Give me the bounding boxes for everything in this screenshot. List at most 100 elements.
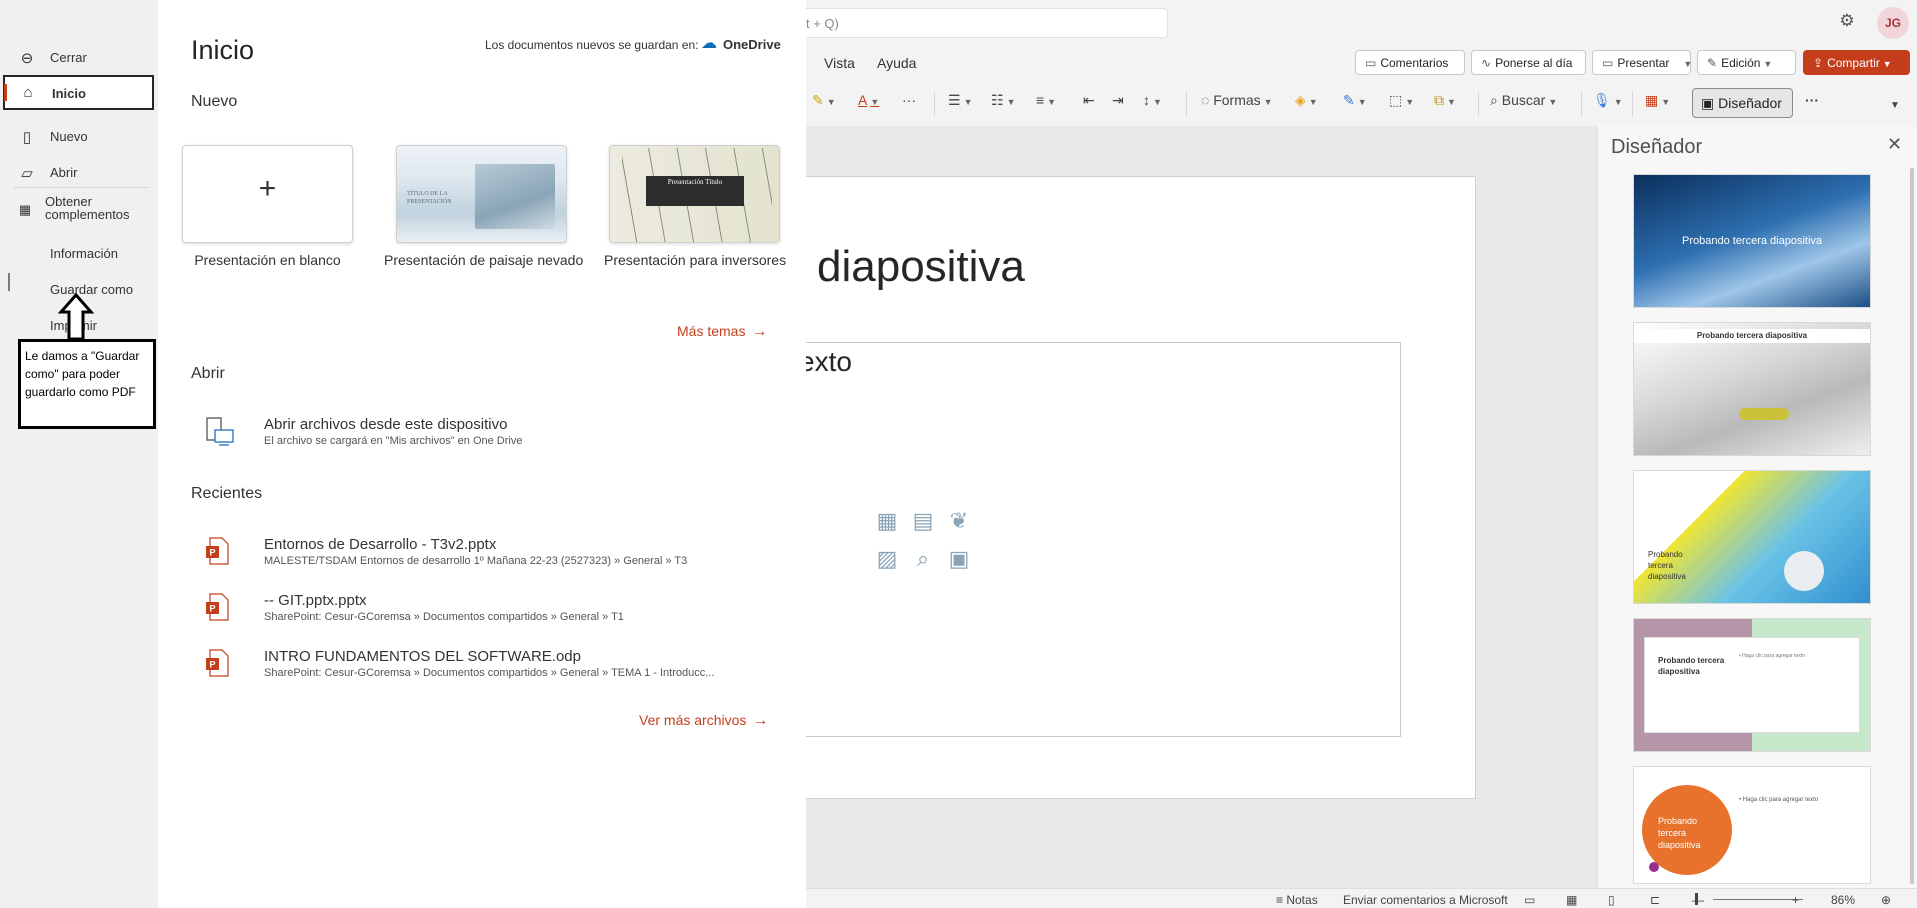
stock-images-icon[interactable]: ⌕ [909,545,937,573]
video-icon[interactable]: ▣ [945,545,973,573]
align-icon[interactable]: ≡ ▼ [1036,92,1056,116]
more-font-icon[interactable]: ··· [902,92,916,116]
template-investors-inner-title: Presentación Título [667,178,723,186]
svg-text:P: P [209,548,215,558]
editing-mode-button[interactable]: ✎ Edición ▼ [1697,50,1796,75]
nav-new[interactable]: ▯ Nuevo [0,119,158,153]
back-arrow-icon: ⊖ [20,50,34,67]
highlight-icon[interactable]: ✎ ▼ [812,92,836,116]
designer-label: Diseñador [1718,95,1782,111]
find-button[interactable]: ⌕ Buscar ▼ [1490,92,1557,116]
smartart-icon[interactable]: ❦ [945,507,973,535]
recent-file-name[interactable]: Entornos de Desarrollo - T3v2.pptx [264,536,496,553]
content-placeholder[interactable] [760,342,1401,737]
font-color-icon[interactable]: A ▼ [858,92,879,116]
microphone-icon[interactable]: 🎙 ▼ [1593,92,1623,116]
pptx-file-icon: P [205,537,229,565]
feedback-link[interactable]: Enviar comentarios a Microsoft [1343,893,1508,907]
zoom-in-icon[interactable]: + [1792,893,1799,907]
folder-icon: ▱ [21,165,33,182]
notes-button[interactable]: ≡ Notas [1276,893,1318,907]
picture-icon[interactable]: ▨ [873,545,901,573]
tab-vista[interactable]: Vista [824,55,855,71]
zoom-slider-thumb[interactable] [1695,893,1698,905]
line-spacing-icon[interactable]: ↕ ▼ [1143,92,1162,116]
ribbon-collapse-icon[interactable]: ▼ [1890,100,1900,124]
layout-icon[interactable]: ▦ ▼ [1645,92,1670,116]
save-location-text: Los documentos nuevos se guardan en: [485,38,699,52]
design-thumbnail-label: Probando tercera diapositiva [1648,550,1686,581]
design-thumbnail-5[interactable]: Probando tercera diapositiva • Haga clic… [1633,766,1871,884]
fit-slide-icon[interactable]: ⊕ [1881,893,1891,907]
search-icon: ⌕ [1490,92,1502,108]
arrow-right-icon: → [751,323,768,340]
pencil-icon: ✎ [1707,56,1718,70]
design-thumbnail-label: Probando tercera diapositiva [1681,235,1823,247]
share-button[interactable]: ⇪ Compartir ▼ [1803,50,1910,75]
more-themes-link[interactable]: Más temas → [677,323,767,341]
template-investors[interactable]: Presentación Título [609,145,780,243]
design-thumbnail-3[interactable]: Probando tercera diapositiva [1633,470,1871,604]
nav-open[interactable]: ▱ Abrir [0,155,158,189]
divider [1632,92,1633,116]
content-placeholder-text: exto [799,346,852,377]
design-thumbnail-1[interactable]: Probando tercera diapositiva [1633,174,1871,308]
designer-scrollbar[interactable] [1910,168,1914,884]
nav-info[interactable]: Información [0,236,158,270]
nav-home[interactable]: ⌂ Inicio [3,75,154,110]
shapes-button[interactable]: ◌ Formas ▼ [1201,92,1273,116]
more-themes-label: Más temas [677,323,746,339]
template-blank[interactable]: + [182,145,353,243]
effects-icon[interactable]: ⬚ ▼ [1389,92,1414,116]
recent-file-name[interactable]: -- GIT.pptx.pptx [264,592,367,609]
plus-icon: + [258,172,277,205]
recent-file-name[interactable]: INTRO FUNDAMENTOS DEL SOFTWARE.odp [264,648,581,665]
catch-up-button[interactable]: ∿ Ponerse al día [1471,50,1586,75]
divider [934,92,935,116]
numbering-icon[interactable]: ☷ ▼ [991,92,1015,116]
tab-ayuda[interactable]: Ayuda [877,55,916,71]
slide-title[interactable]: diapositiva [817,242,1025,292]
zoom-slider[interactable] [1713,899,1803,900]
table-icon[interactable]: ▦ [873,507,901,535]
nav-get-addins[interactable]: ▦ Obtener complementos [0,194,158,228]
designer-icon: ▣ [1701,95,1719,111]
zoom-out-icon[interactable]: — [1692,893,1704,907]
onedrive-label[interactable]: OneDrive [723,37,781,52]
share-label: Compartir [1827,56,1880,70]
annotation-box: Le damos a "Guardar como" para poder gua… [18,339,156,429]
arrange-icon[interactable]: ⧉ ▼ [1434,92,1456,116]
design-thumbnail-4[interactable]: Probando tercera diapositiva • Haga clic… [1633,618,1871,752]
search-input[interactable]: t + Q) [785,8,1168,38]
fill-icon[interactable]: ◈ ▼ [1295,92,1318,116]
more-options-icon[interactable]: ··· [1805,92,1819,116]
slideshow-icon[interactable]: ⊏ [1650,893,1660,907]
slide-sorter-icon[interactable]: ▦ [1566,893,1577,907]
indent-icon[interactable]: ⇥ [1112,92,1124,116]
see-more-files-label: Ver más archivos [639,712,747,728]
reading-view-icon[interactable]: ▯ [1608,893,1615,907]
designer-button[interactable]: ▣ Diseñador [1692,88,1793,118]
bullets-icon[interactable]: ☰ ▼ [948,92,972,116]
zoom-level[interactable]: 86% [1831,893,1855,907]
divider [1581,92,1582,116]
close-icon[interactable]: ✕ [1887,134,1902,155]
nav-close[interactable]: ⊖ Cerrar [0,40,158,74]
template-blank-caption: Presentación en blanco [194,252,341,268]
open-device-title[interactable]: Abrir archivos desde este dispositivo [264,416,507,433]
pptx-file-icon: P [205,593,229,621]
nav-close-label: Cerrar [50,50,87,65]
outline-icon[interactable]: ✎ ▼ [1343,92,1367,116]
chart-icon[interactable]: ▤ [909,507,937,535]
present-button[interactable]: ▭ Presentar ▼ [1592,50,1692,75]
powerpoint-window: t + Q) ⚙ JG Vista Ayuda ▭ Comentarios ∿ Po… [0,0,1917,908]
see-more-files-link[interactable]: Ver más archivos → [639,712,768,730]
pulse-icon: ∿ [1481,56,1492,70]
design-thumbnail-2[interactable]: Probando tercera diapositiva [1633,322,1871,456]
gear-icon[interactable]: ⚙ [1838,12,1856,30]
normal-view-icon[interactable]: ▭ [1524,893,1535,907]
comments-button[interactable]: ▭ Comentarios [1355,50,1465,75]
avatar[interactable]: JG [1877,7,1909,39]
outdent-icon[interactable]: ⇤ [1083,92,1095,116]
template-snowy-landscape[interactable]: TÍTULO DE LA PRESENTACIÓN [396,145,567,243]
